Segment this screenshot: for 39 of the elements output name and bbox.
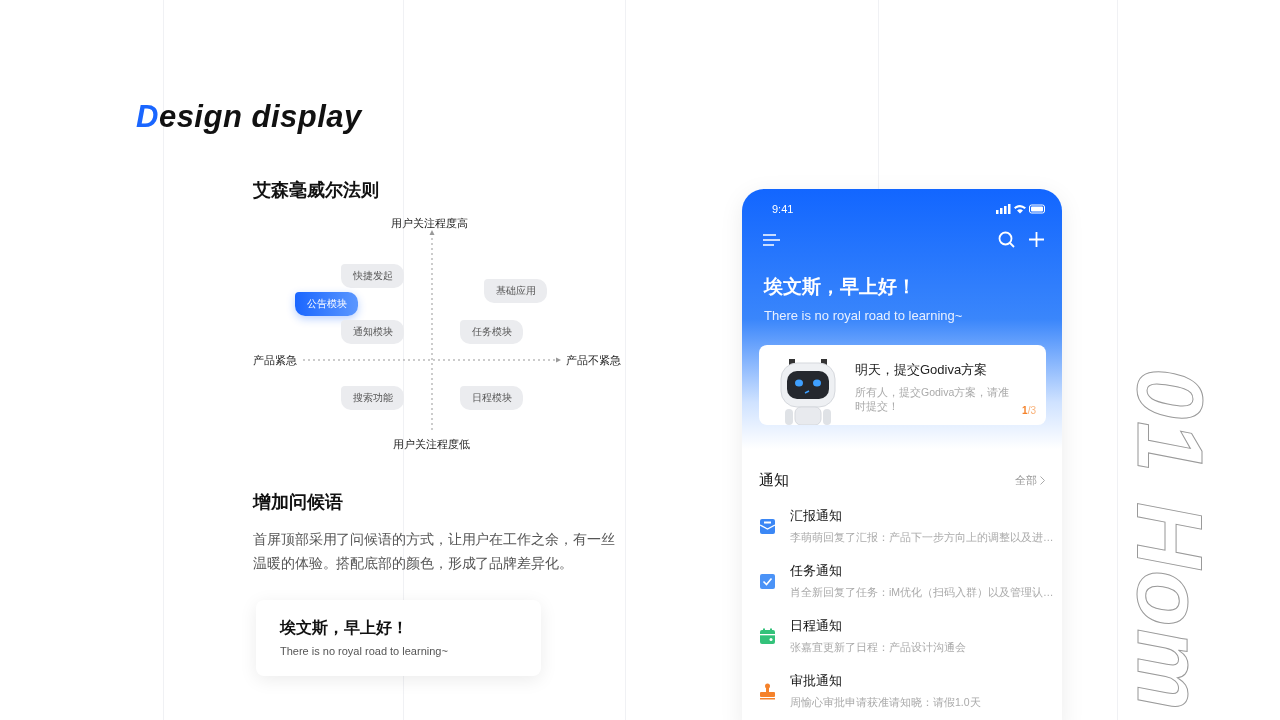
- description-text: 首屏顶部采用了问候语的方式，让用户在工作之余，有一丝温暖的体验。搭配底部的颜色，形成了品牌差异化。: [253, 531, 616, 573]
- module-tag: 通知模块: [341, 320, 404, 344]
- notice-preview: 周愉心审批申请获准请知晓：请假1.0天: [790, 696, 981, 710]
- axis-label: 用户关注程度高: [391, 216, 468, 230]
- module-tag: 基础应用: [484, 279, 547, 303]
- status-time: 9:41: [772, 203, 794, 215]
- module-tag: 搜索功能: [341, 386, 404, 410]
- greeting-subtitle: There is no royal road to learning~: [280, 645, 448, 657]
- notice-title: 任务通知: [790, 562, 842, 580]
- add-icon[interactable]: [1029, 232, 1044, 247]
- page-counter: 1/3: [1022, 405, 1036, 416]
- notice-title: 日程通知: [790, 617, 842, 635]
- module-tag: 任务模块: [460, 320, 523, 344]
- page-title: Design display: [136, 100, 362, 134]
- axis-label: 产品不紧急: [566, 353, 621, 367]
- axis-label: 产品紧急: [253, 353, 297, 367]
- notice-title: 审批通知: [790, 672, 842, 690]
- module-tag: 日程模块: [460, 386, 523, 410]
- section-caption: 01 Hom: [1130, 368, 1210, 713]
- task-card[interactable]: 明天，提交Godiva方案 所有人，提交Godiva方案，请准时提交！ 1/3: [759, 345, 1046, 425]
- section-heading: 艾森毫威尔法则: [253, 179, 379, 202]
- task-title: 明天，提交Godiva方案: [855, 361, 988, 379]
- search-icon[interactable]: [998, 231, 1015, 248]
- notice-preview: 肖全新回复了任务：iM优化（扫码入群）以及管理认…: [790, 586, 1054, 600]
- chevron-icon: [1040, 476, 1045, 485]
- module-tag: 公告模块: [295, 292, 358, 316]
- module-tag: 快捷发起: [341, 264, 404, 288]
- notices-heading: 通知: [759, 471, 789, 490]
- notice-title: 汇报通知: [790, 507, 842, 525]
- notice-preview: 张嘉宜更新了日程：产品设计沟通会: [790, 641, 966, 655]
- axis-label: 用户关注程度低: [393, 437, 470, 451]
- section-heading: 增加问候语: [253, 491, 343, 514]
- greeting-title: 埃文斯，早上好！: [762, 275, 916, 299]
- task-description: 所有人，提交Godiva方案，请准时提交！: [855, 385, 1011, 413]
- menu-icon[interactable]: [763, 233, 780, 246]
- greeting-title: 埃文斯，早上好！: [280, 618, 408, 638]
- greeting-subtitle: There is no royal road to learning~: [763, 308, 963, 323]
- status-icons: [996, 204, 1046, 214]
- notice-preview: 李萌萌回复了汇报：产品下一步方向上的调整以及进…: [790, 531, 1054, 545]
